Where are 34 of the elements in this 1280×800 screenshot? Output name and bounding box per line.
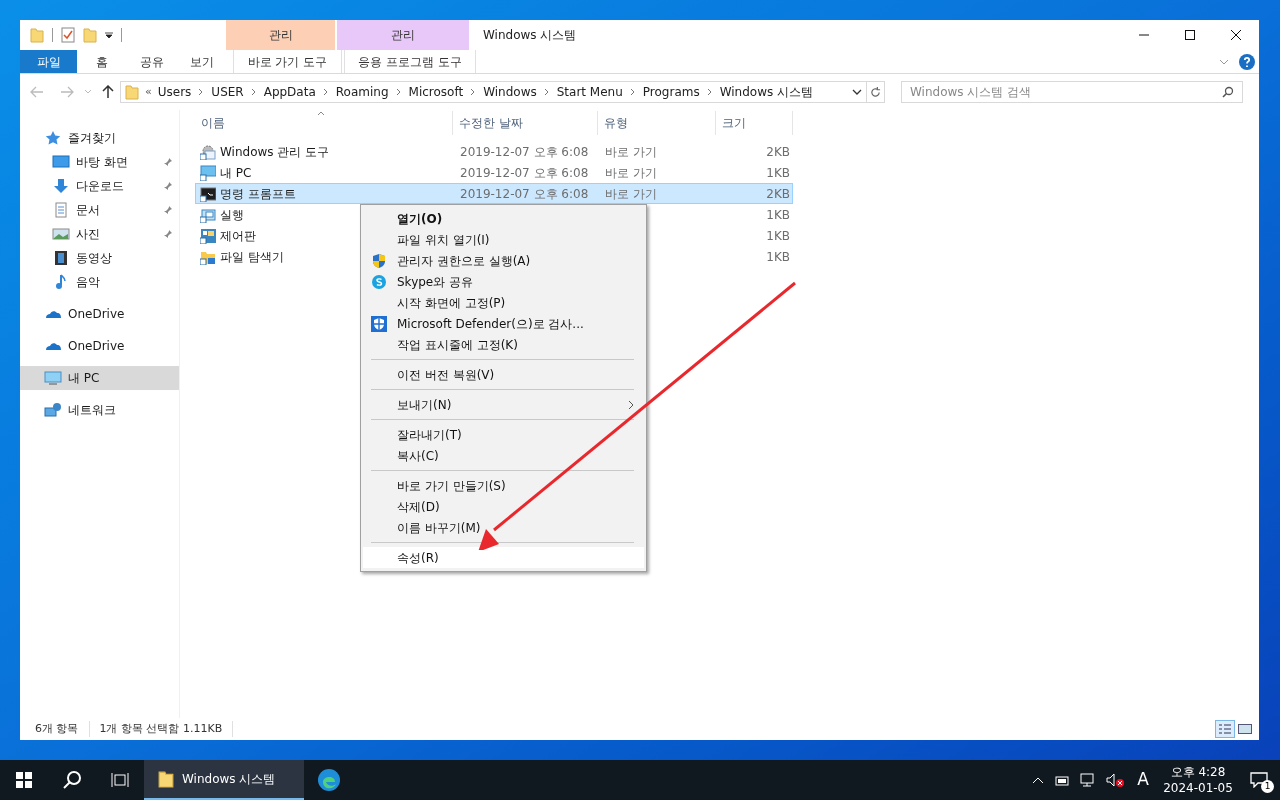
file-type: 바로 가기: [605, 165, 657, 180]
file-name: Windows 관리 도구: [220, 143, 330, 161]
nav-item-label: 음악: [76, 274, 101, 291]
file-name: 파일 탐색기: [220, 248, 284, 266]
file-name: 제어판: [220, 227, 256, 245]
nav-item-label: 바탕 화면: [76, 154, 129, 171]
nav-item-label: 즐겨찾기: [68, 130, 117, 147]
modified-date: 2019-12-07 오후 6:08: [460, 144, 589, 159]
nav-item-label: 사진: [76, 226, 101, 243]
modified-date: 2019-12-07 오후 6:08: [460, 186, 589, 201]
nav-item-label: 네트워크: [68, 402, 117, 419]
file-name: 실행: [220, 206, 244, 224]
file-size: 1KB: [766, 249, 790, 264]
file-size: 2KB: [766, 186, 790, 201]
file-name: 명령 프롬프트: [220, 185, 296, 203]
file-name: 내 PC: [220, 164, 252, 182]
nav-item-label: 다운로드: [76, 178, 125, 195]
file-size: 1KB: [766, 228, 790, 243]
nav-item-label: OneDrive: [68, 338, 126, 355]
file-type: 바로 가기: [605, 186, 657, 201]
nav-item-label: 내 PC: [68, 370, 101, 387]
file-size: 1KB: [766, 207, 790, 222]
modified-date: 2019-12-07 오후 6:08: [460, 165, 589, 180]
nav-item-label: 문서: [76, 202, 101, 219]
item-count: 6개 항목: [35, 720, 90, 738]
selection-info: 1개 항목 선택함 1.11KB: [89, 720, 234, 738]
tool-group-header: 관리: [226, 20, 335, 50]
window-title: Windows 시스템: [483, 27, 578, 44]
tool-group-header: 관리: [337, 20, 469, 50]
file-size: 1KB: [766, 165, 790, 180]
nav-item-label: OneDrive: [68, 306, 126, 323]
nav-item-label: 동영상: [76, 250, 113, 267]
file-type: 바로 가기: [605, 144, 657, 159]
file-size: 2KB: [766, 144, 790, 159]
